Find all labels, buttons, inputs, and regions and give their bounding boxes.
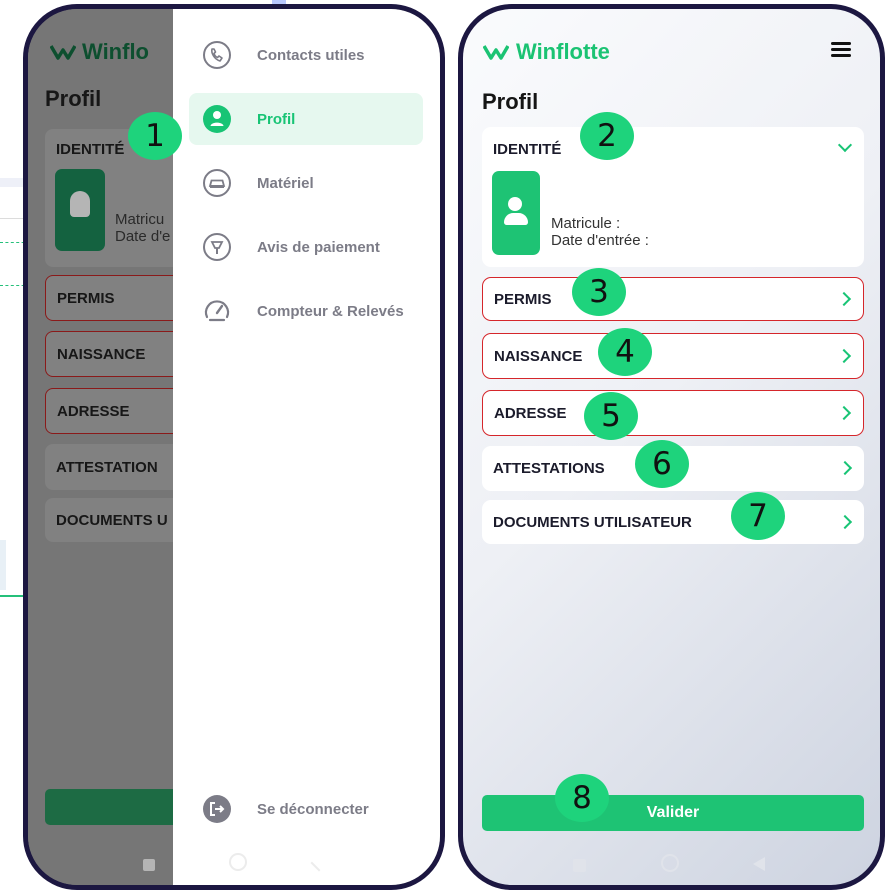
chevron-right-icon — [837, 514, 853, 530]
car-icon — [201, 167, 233, 199]
section-label: NAISSANCE — [494, 348, 583, 365]
section-adresse: ADRESSE — [45, 388, 185, 434]
page-title: Profil — [482, 89, 539, 114]
section-label: PERMIS — [57, 289, 115, 307]
annotation-badge-7: 7 — [731, 492, 785, 540]
drawer-item-contacts[interactable]: Contacts utiles — [189, 29, 423, 81]
annotation-badge-4: 4 — [598, 328, 652, 376]
section-naissance[interactable]: NAISSANCE — [482, 333, 864, 379]
app-header: Winflotte — [483, 39, 610, 65]
drawer-item-label: Avis de paiement — [257, 238, 380, 256]
matricule-label: Matricule : — [551, 215, 621, 232]
date-label: Date d'e — [115, 228, 171, 245]
nav-back-icon — [753, 857, 765, 871]
chevron-right-icon — [836, 348, 852, 364]
section-adresse[interactable]: ADRESSE — [482, 390, 864, 436]
logout-button[interactable]: Se déconnecter — [189, 783, 423, 835]
section-label: ADRESSE — [494, 405, 567, 422]
section-label: ATTESTATIONS — [493, 460, 605, 477]
section-documents: DOCUMENTS U — [45, 498, 185, 542]
winflotte-logo-icon — [483, 45, 509, 60]
identity-meta: Matricule : Date d'entrée : — [551, 215, 649, 249]
drawer-item-compteur[interactable]: Compteur & Relevés — [189, 285, 423, 337]
section-permis: PERMIS — [45, 275, 185, 321]
section-attestations: ATTESTATION — [45, 444, 185, 490]
chevron-down-icon[interactable] — [837, 137, 853, 153]
date-entree-label: Date d'entrée : — [551, 232, 649, 249]
nav-home-icon — [661, 854, 679, 872]
section-naissance: NAISSANCE — [45, 331, 185, 377]
identity-label: IDENTITÉ — [493, 141, 562, 158]
logout-icon — [201, 793, 233, 825]
drawer-item-materiel[interactable]: Matériel — [189, 157, 423, 209]
identity-card[interactable]: IDENTITÉ Matricule : Date d'entrée : — [482, 127, 864, 267]
drawer-item-label: Profil — [257, 110, 296, 128]
annotation-badge-3: 3 — [572, 268, 626, 316]
section-label: ATTESTATION — [56, 458, 158, 476]
speedometer-icon — [201, 295, 233, 327]
annotation-badge-1: 1 — [128, 112, 182, 160]
brand-name: Winflo — [82, 39, 149, 64]
nav-home-icon — [229, 853, 247, 871]
phone-frame-left: Winflo Profil IDENTITÉ Matricu Date d'e … — [23, 4, 445, 890]
annotation-badge-2: 2 — [580, 112, 634, 160]
annotation-badge-6: 6 — [635, 440, 689, 488]
drawer-item-label: Compteur & Relevés — [257, 302, 404, 320]
nav-recents-icon — [143, 859, 155, 871]
section-label: DOCUMENTS UTILISATEUR — [493, 514, 692, 531]
app-header: Winflo — [50, 39, 149, 65]
drawer-item-label: Matériel — [257, 174, 314, 192]
fuel-nozzle-icon — [201, 231, 233, 263]
drawer-item-label: Contacts utiles — [257, 46, 365, 64]
submit-button-dimmed — [45, 789, 185, 825]
nav-back-icon — [310, 854, 328, 872]
annotation-badge-8: 8 — [555, 774, 609, 822]
winflotte-logo-icon — [50, 45, 76, 60]
drawer-item-label: Se déconnecter — [257, 800, 369, 818]
matricule-label: Matricu — [115, 211, 165, 228]
brand-name: Winflotte — [516, 39, 610, 64]
chevron-right-icon — [837, 460, 853, 476]
menu-icon[interactable] — [831, 42, 851, 58]
background-strip — [0, 540, 6, 590]
avatar — [55, 169, 105, 251]
avatar — [492, 171, 540, 255]
annotation-badge-5: 5 — [584, 392, 638, 440]
identity-meta: Matricu Date d'e — [115, 211, 170, 245]
page: Winflo Profil IDENTITÉ Matricu Date d'e … — [0, 0, 889, 894]
identity-label: IDENTITÉ — [56, 141, 125, 158]
drawer-item-profil[interactable]: Profil — [189, 93, 423, 145]
section-label: ADRESSE — [57, 402, 130, 420]
submit-button[interactable]: Valider — [482, 795, 864, 831]
navigation-drawer: Contacts utiles Profil Matériel Avis de … — [173, 9, 440, 885]
section-documents-utilisateur[interactable]: DOCUMENTS UTILISATEUR — [482, 500, 864, 544]
chevron-right-icon — [836, 291, 852, 307]
chevron-right-icon — [836, 405, 852, 421]
section-label: NAISSANCE — [57, 345, 146, 363]
nav-recents-icon — [573, 859, 586, 872]
section-permis[interactable]: PERMIS — [482, 277, 864, 321]
section-label: DOCUMENTS U — [56, 511, 168, 529]
section-label: PERMIS — [494, 291, 552, 308]
phone-icon — [201, 39, 233, 71]
drawer-item-avis-de-paiement[interactable]: Avis de paiement — [189, 221, 423, 273]
user-icon — [201, 103, 233, 135]
page-title: Profil — [45, 86, 102, 111]
